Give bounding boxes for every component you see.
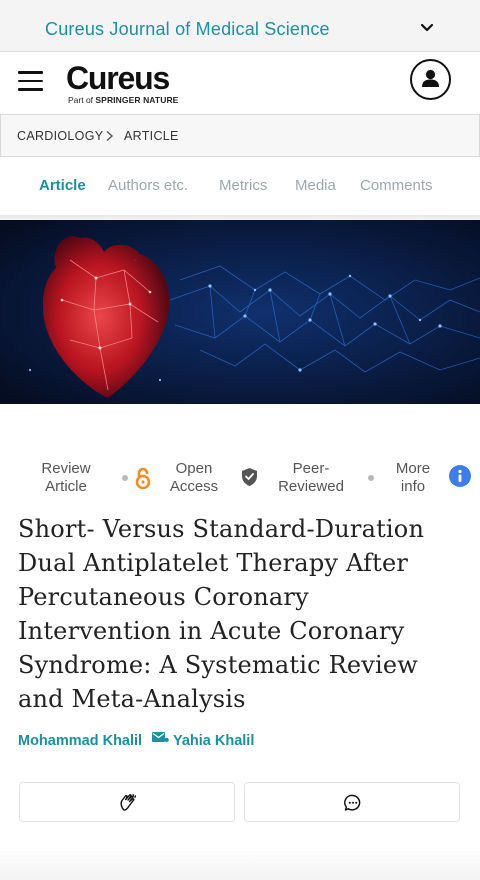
shield-check-icon xyxy=(242,468,257,486)
article-hero-image xyxy=(0,220,480,404)
hamburger-icon[interactable] xyxy=(18,71,44,91)
chevron-down-icon[interactable] xyxy=(418,22,436,34)
open-access-icon xyxy=(135,467,151,490)
article-title: Short- Versus Standard-Duration Dual Ant… xyxy=(18,515,425,713)
more-info-link[interactable]: More info xyxy=(390,460,436,496)
user-icon xyxy=(422,69,439,87)
badge-open-access: Open Access xyxy=(169,460,219,495)
badge-peer-reviewed: Peer- Reviewed xyxy=(278,460,344,495)
badge-separator-dot xyxy=(368,475,374,481)
clap-icon xyxy=(120,793,137,811)
mail-icon[interactable] xyxy=(152,732,165,742)
tab-article[interactable]: Article xyxy=(39,177,86,194)
user-account-button[interactable] xyxy=(410,59,451,100)
article-tabs: Article Authors etc. Metrics Media Comme… xyxy=(0,160,480,218)
logo-subtitle: Part of SPRINGER NATURE xyxy=(68,95,179,105)
applaud-button[interactable] xyxy=(19,782,235,822)
info-icon[interactable] xyxy=(449,465,471,487)
bottom-fade xyxy=(0,848,480,880)
site-header: Cureus Part of SPRINGER NATURE xyxy=(0,52,480,114)
badge-separator-dot xyxy=(122,475,128,481)
comment-icon xyxy=(344,794,361,811)
breadcrumb-cardiology[interactable]: CARDIOLOGY xyxy=(17,129,103,143)
journal-title[interactable]: Cureus Journal of Medical Science xyxy=(45,19,330,40)
comment-button[interactable] xyxy=(244,782,460,822)
badge-review-article: Review Article xyxy=(41,460,91,495)
author-list: Mohammad Khalil • Yahia Khalil xyxy=(18,733,254,749)
cureus-logo[interactable]: Cureus xyxy=(66,60,170,97)
author-link[interactable]: Yahia Khalil xyxy=(173,733,254,749)
tab-metrics[interactable]: Metrics xyxy=(219,177,267,194)
breadcrumb-article[interactable]: ARTICLE xyxy=(124,129,179,143)
chevron-right-icon xyxy=(106,130,114,142)
article-badges: Review Article Open Access Peer- Reviewe… xyxy=(0,455,480,501)
journal-bar[interactable]: Cureus Journal of Medical Science xyxy=(0,0,480,52)
author-link[interactable]: Mohammad Khalil xyxy=(18,733,142,749)
breadcrumb: CARDIOLOGY ARTICLE xyxy=(0,114,480,157)
tab-media[interactable]: Media xyxy=(295,177,336,194)
tab-comments[interactable]: Comments xyxy=(360,177,433,194)
tab-authors[interactable]: Authors etc. xyxy=(108,177,188,194)
